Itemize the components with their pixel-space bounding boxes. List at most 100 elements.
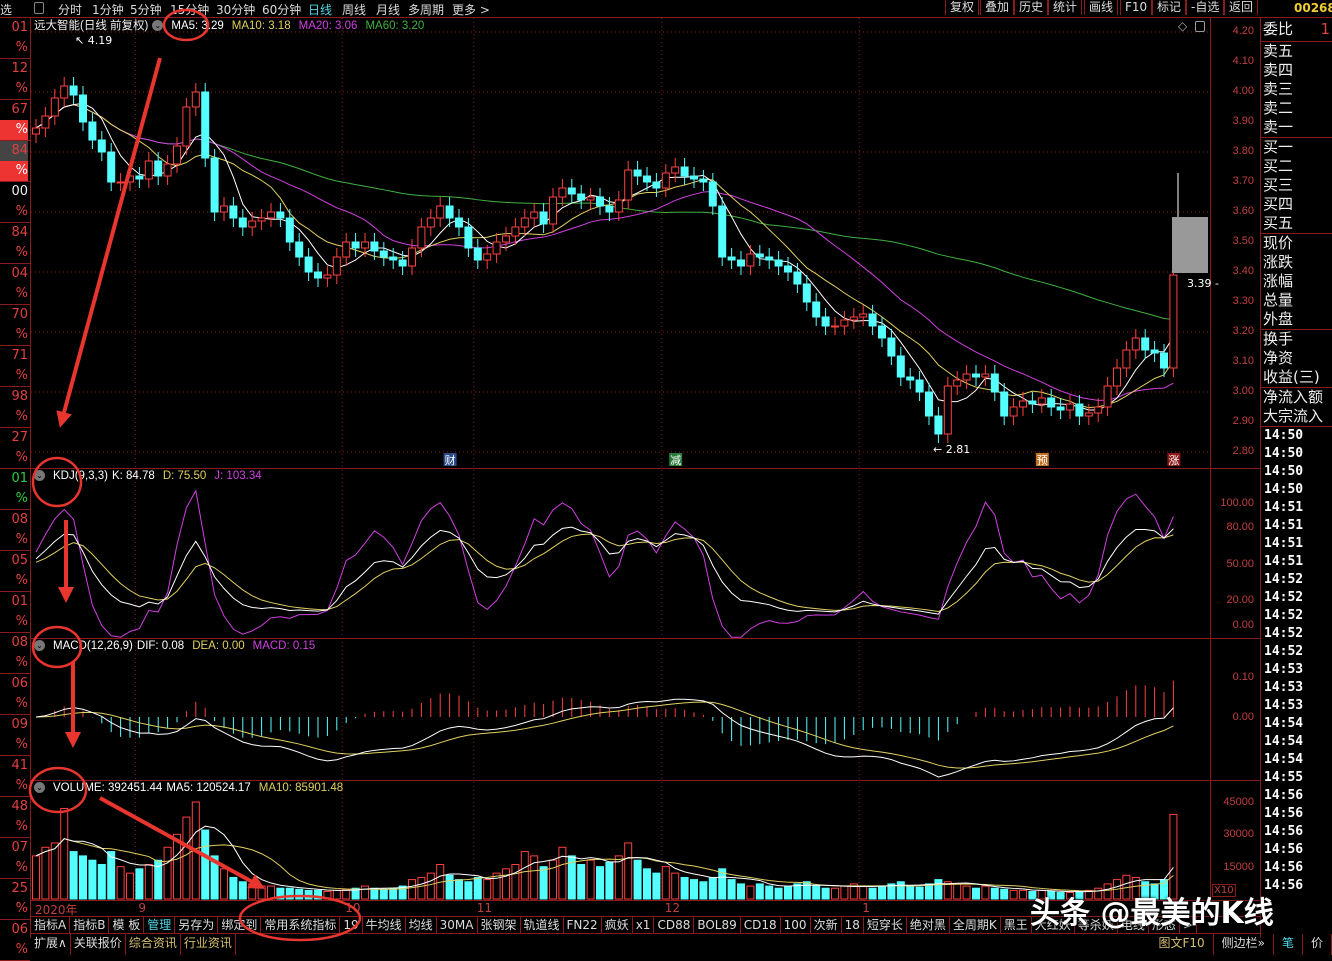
left-quote-row[interactable]: 48% bbox=[0, 797, 30, 838]
left-quote-row[interactable]: 08% bbox=[0, 633, 30, 674]
period-tab[interactable]: 15分钟 bbox=[170, 1, 209, 18]
period-tab[interactable]: 周线 bbox=[342, 1, 366, 18]
candle-body bbox=[163, 163, 172, 177]
diamond-icon[interactable]: ◇ bbox=[1178, 19, 1187, 33]
quote-percent: % bbox=[15, 860, 28, 875]
period-tab[interactable]: 分时 bbox=[58, 1, 82, 18]
kdj-menu-icon[interactable]: ⌄ bbox=[34, 470, 45, 482]
volume-name[interactable]: VOLUME: 392451.44 bbox=[53, 782, 162, 794]
indicator-tab[interactable]: 黑王 bbox=[1001, 917, 1032, 933]
indicator-tab[interactable]: FN22 bbox=[564, 917, 602, 933]
left-quote-row[interactable]: 98% bbox=[0, 387, 30, 428]
indicator-tab[interactable]: 牛均线 bbox=[363, 917, 406, 933]
indicator-tab[interactable]: 18 bbox=[842, 917, 864, 933]
indicator-tab[interactable]: 模 板 bbox=[109, 917, 145, 933]
toolbar-button[interactable]: 复权 bbox=[945, 0, 980, 15]
panel-toggle-icon[interactable] bbox=[34, 2, 44, 14]
left-quote-row[interactable]: 25% bbox=[0, 879, 30, 920]
left-quote-row[interactable]: 01% bbox=[0, 18, 30, 59]
period-tab[interactable]: 更多 > bbox=[452, 1, 490, 18]
quote-value: 06 bbox=[11, 676, 28, 691]
period-tab[interactable]: 1分钟 bbox=[92, 1, 124, 18]
indicator-tab[interactable]: x1 bbox=[633, 917, 655, 933]
toolbar-button[interactable]: 历史 bbox=[1014, 0, 1049, 15]
toolbar-button[interactable]: -自选 bbox=[1186, 0, 1225, 15]
indicator-tab[interactable]: 管理 bbox=[144, 917, 176, 933]
toolbar-button[interactable]: 画线 bbox=[1084, 0, 1119, 15]
left-quote-row[interactable]: 70% bbox=[0, 305, 30, 346]
indicator-tab[interactable]: 轨道线 bbox=[521, 917, 564, 933]
indicator-tab[interactable]: 次新 bbox=[811, 917, 842, 933]
candle bbox=[1169, 266, 1178, 377]
candle-body bbox=[530, 211, 539, 219]
left-quote-row[interactable]: 05% bbox=[0, 551, 30, 592]
indicator-tab[interactable]: 30MA bbox=[437, 917, 478, 933]
indicator-tab[interactable]: 指标B bbox=[70, 917, 110, 933]
bottom-tab[interactable]: 扩展∧ bbox=[31, 934, 71, 955]
indicator-tab[interactable]: 短穿长 bbox=[864, 917, 907, 933]
candle-body bbox=[50, 97, 59, 117]
period-tab[interactable]: 月线 bbox=[376, 1, 400, 18]
volume-bar bbox=[746, 885, 755, 900]
left-quote-row[interactable]: 09% bbox=[0, 715, 30, 756]
toolbar-button[interactable]: 标记 bbox=[1152, 0, 1187, 15]
left-quote-row[interactable]: 00% bbox=[0, 182, 30, 223]
indicator-tab[interactable]: 另存为 bbox=[175, 917, 219, 933]
indicator-tab[interactable]: CD88 bbox=[654, 917, 695, 933]
candle-body bbox=[962, 373, 971, 381]
indicator-tab[interactable]: CD18 bbox=[741, 917, 781, 933]
indicator-tab[interactable]: 19 bbox=[340, 917, 363, 933]
period-tab[interactable]: 日线 bbox=[308, 1, 332, 18]
indicator-tab[interactable]: 100 bbox=[781, 917, 811, 933]
indicator-tab[interactable]: 指标A bbox=[31, 917, 71, 933]
volume-bar bbox=[107, 851, 116, 900]
left-quote-row[interactable]: 08% bbox=[0, 510, 30, 551]
kdj-name[interactable]: KDJ(9,3,3) bbox=[53, 470, 108, 482]
toolbar-button[interactable]: 统计 bbox=[1048, 0, 1083, 15]
left-quote-row[interactable]: 01% bbox=[0, 592, 30, 633]
left-quote-row[interactable]: 71% bbox=[0, 346, 30, 387]
settings-circle-icon[interactable]: ⌄ bbox=[152, 20, 164, 32]
toolbar-button[interactable]: F10 bbox=[1120, 0, 1153, 15]
bottom-tab[interactable]: 关联报价 bbox=[71, 934, 126, 955]
period-tab[interactable]: 30分钟 bbox=[216, 1, 255, 18]
macd-dif-line bbox=[35, 698, 1174, 778]
volume-menu-icon[interactable]: ⌄ bbox=[34, 782, 45, 794]
indicator-tab[interactable]: 疯妖 bbox=[602, 917, 633, 933]
left-quote-row[interactable]: 06% bbox=[0, 674, 30, 715]
bottom-tab[interactable]: 综合资讯 bbox=[126, 934, 181, 955]
candle bbox=[295, 233, 304, 266]
left-quote-row[interactable]: 07% bbox=[0, 838, 30, 879]
stock-chart[interactable]: ↖ 4.19 ← 2.81 3.39 - 财 减 预 涨 bbox=[31, 18, 1260, 900]
left-quote-row[interactable]: 67% bbox=[0, 100, 30, 141]
bottom-tab[interactable]: 行业资讯 bbox=[181, 934, 236, 955]
period-tab[interactable]: 多周期 bbox=[408, 1, 444, 18]
left-quote-row[interactable]: 84% bbox=[0, 141, 30, 182]
macd-dea: DEA: 0.00 bbox=[192, 640, 245, 652]
left-quote-row[interactable]: 27% bbox=[0, 428, 30, 469]
volume-bar bbox=[135, 868, 144, 900]
candle-body bbox=[69, 85, 78, 96]
period-tab[interactable]: 5分钟 bbox=[130, 1, 162, 18]
window-toggle-icon[interactable] bbox=[1195, 21, 1205, 32]
toolbar-button[interactable]: 叠加 bbox=[980, 0, 1015, 15]
period-tab[interactable]: 60分钟 bbox=[262, 1, 301, 18]
indicator-tab[interactable]: 全周期K bbox=[950, 917, 1001, 933]
left-quote-row[interactable]: 84% bbox=[0, 223, 30, 264]
toolbar-button[interactable]: 返回 bbox=[1224, 0, 1259, 15]
bottom-tab[interactable]: 图文F10 bbox=[1150, 934, 1214, 955]
indicator-tab[interactable]: 均线 bbox=[406, 917, 437, 933]
indicator-tab[interactable]: 绝对黑 bbox=[907, 917, 950, 933]
candle-body bbox=[577, 193, 586, 201]
left-quote-row[interactable]: 41% bbox=[0, 756, 30, 797]
indicator-tab[interactable]: 绑定到 bbox=[218, 917, 262, 933]
left-quote-row[interactable]: 12% bbox=[0, 59, 30, 100]
left-quote-row[interactable]: 04% bbox=[0, 264, 30, 305]
indicator-tab[interactable]: BOL89 bbox=[694, 917, 741, 933]
macd-name[interactable]: MACD(12,26,9) bbox=[53, 640, 133, 652]
macd-menu-icon[interactable]: ⌄ bbox=[34, 640, 45, 652]
indicator-tab[interactable]: 张钢架 bbox=[478, 917, 521, 933]
left-quote-row[interactable]: 01% bbox=[0, 469, 30, 510]
indicator-tab[interactable]: 常用系统指标 bbox=[261, 917, 341, 933]
quote-percent: % bbox=[15, 327, 28, 342]
